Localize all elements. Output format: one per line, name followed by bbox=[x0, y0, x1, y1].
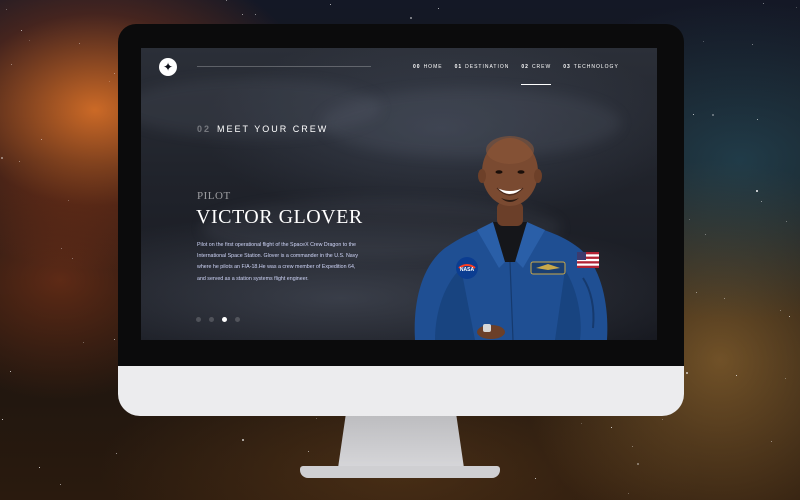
star bbox=[786, 221, 787, 222]
star bbox=[109, 81, 110, 82]
star bbox=[308, 451, 309, 452]
star bbox=[628, 493, 629, 494]
page-heading-title: MEET YOUR CREW bbox=[217, 124, 329, 134]
star bbox=[242, 14, 243, 15]
star bbox=[6, 9, 7, 10]
star bbox=[686, 372, 688, 374]
star bbox=[39, 467, 40, 468]
page-heading: 02 MEET YOUR CREW bbox=[197, 124, 328, 134]
star bbox=[114, 339, 115, 340]
star bbox=[21, 30, 22, 31]
star bbox=[693, 114, 694, 115]
star bbox=[632, 446, 633, 447]
carousel-dot[interactable] bbox=[209, 317, 214, 322]
star bbox=[10, 371, 11, 372]
crew-role: PILOT bbox=[197, 190, 231, 202]
carousel-dot[interactable] bbox=[196, 317, 201, 322]
star bbox=[736, 375, 737, 376]
star bbox=[2, 419, 3, 420]
svg-text:NASA: NASA bbox=[460, 267, 475, 273]
crew-carousel-dots bbox=[196, 317, 240, 322]
nav-item-number: 03 bbox=[563, 64, 571, 70]
nav-item-label: DESTINATION bbox=[465, 64, 510, 70]
nav-item-label: TECHNOLOGY bbox=[573, 64, 619, 70]
nav-item-technology[interactable]: 03 TECHNOLOGY bbox=[563, 62, 619, 82]
star bbox=[703, 41, 704, 42]
star bbox=[757, 119, 758, 120]
star bbox=[662, 419, 663, 420]
star bbox=[60, 484, 61, 485]
nav-item-number: 00 bbox=[413, 64, 421, 70]
star bbox=[19, 161, 20, 162]
star bbox=[11, 64, 12, 65]
monitor-stand-neck bbox=[338, 416, 464, 468]
crew-name: VICTOR GLOVER bbox=[196, 206, 363, 228]
crew-portrait: NASA bbox=[414, 136, 608, 340]
star bbox=[1, 157, 3, 159]
star bbox=[79, 43, 80, 44]
star bbox=[789, 316, 790, 317]
star bbox=[796, 7, 797, 8]
nav-item-home[interactable]: 00 HOME bbox=[413, 62, 443, 82]
star bbox=[41, 139, 42, 140]
nav-item-label: CREW bbox=[531, 64, 552, 70]
nav-item-number: 01 bbox=[454, 64, 463, 70]
crew-bio: Pilot on the first operational flight of… bbox=[197, 242, 359, 282]
star bbox=[330, 4, 331, 5]
star bbox=[68, 200, 69, 201]
carousel-dot[interactable] bbox=[235, 317, 240, 322]
star bbox=[763, 3, 764, 4]
star bbox=[637, 463, 639, 465]
star bbox=[438, 8, 439, 9]
star bbox=[689, 219, 690, 220]
star-logo-icon[interactable]: ✦ bbox=[159, 58, 177, 76]
star bbox=[611, 427, 612, 428]
nav-item-destination[interactable]: 01 DESTINATION bbox=[455, 62, 510, 82]
star bbox=[724, 298, 725, 299]
star bbox=[705, 234, 706, 235]
star bbox=[712, 114, 714, 116]
main-nav: 00 HOME 01 DESTINATION 02 CREW 03 TECHNOLOGY bbox=[413, 62, 619, 85]
monitor-screen: ✦ 00 HOME 01 DESTINATION 02 CREW 03 TECHNOLO… bbox=[141, 48, 657, 340]
star bbox=[83, 342, 84, 343]
carousel-dot-active[interactable] bbox=[222, 317, 227, 322]
star bbox=[116, 453, 117, 454]
nav-divider-line bbox=[197, 66, 371, 67]
star bbox=[761, 201, 762, 202]
monitor-stand-base bbox=[300, 466, 500, 478]
nav-item-label: HOME bbox=[423, 64, 443, 70]
star bbox=[114, 73, 115, 74]
star bbox=[255, 14, 256, 15]
star bbox=[581, 423, 582, 424]
star bbox=[226, 0, 227, 1]
star bbox=[242, 439, 244, 441]
page-heading-number: 02 bbox=[197, 124, 212, 134]
star bbox=[29, 40, 30, 41]
star bbox=[316, 418, 317, 419]
star bbox=[696, 292, 697, 293]
star bbox=[771, 441, 772, 442]
star bbox=[756, 190, 758, 192]
star bbox=[780, 310, 781, 311]
nav-item-crew[interactable]: 02 CREW bbox=[521, 62, 552, 85]
nav-item-number: 02 bbox=[521, 64, 529, 70]
star bbox=[410, 17, 412, 19]
monitor-chin bbox=[118, 366, 684, 416]
star bbox=[785, 378, 786, 379]
star bbox=[752, 44, 753, 45]
star bbox=[61, 248, 62, 249]
star bbox=[535, 478, 536, 479]
star bbox=[72, 258, 73, 259]
